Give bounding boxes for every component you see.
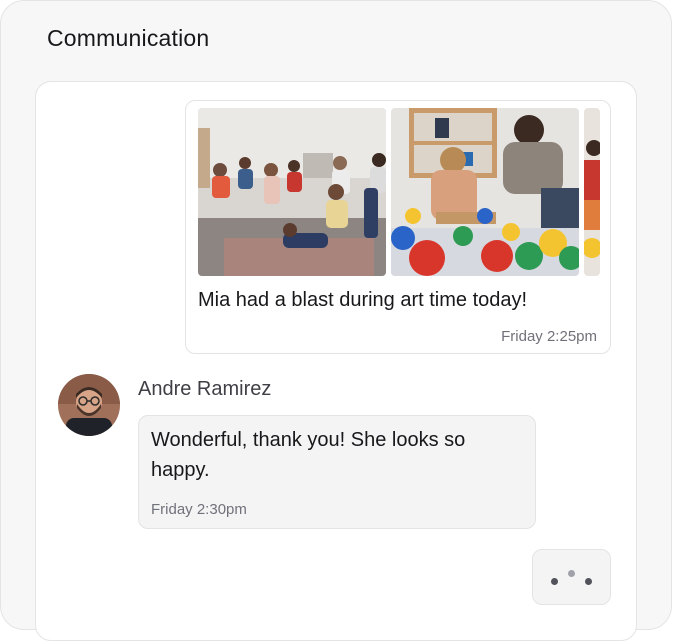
avatar-photo-icon — [58, 374, 120, 436]
typing-dots-icon — [568, 570, 575, 577]
classroom-photo-icon — [391, 108, 579, 276]
outgoing-message-time: Friday 2:25pm — [501, 328, 597, 345]
incoming-message-time: Friday 2:30pm — [151, 501, 247, 518]
panel-title: Communication — [47, 25, 210, 51]
typing-dots-icon — [551, 578, 558, 585]
photo-strip[interactable] — [198, 108, 600, 276]
classroom-photo-icon — [584, 108, 600, 276]
message-photo-3[interactable] — [584, 108, 600, 276]
sender-name: Andre Ramirez — [138, 378, 272, 400]
classroom-photo-icon — [198, 108, 386, 276]
outgoing-message-text: Mia had a blast during art time today! — [198, 289, 528, 311]
typing-dots-icon — [585, 578, 592, 585]
sender-avatar[interactable] — [58, 374, 120, 436]
typing-indicator — [532, 549, 611, 605]
message-photo-2[interactable] — [391, 108, 579, 276]
message-photo-1[interactable] — [198, 108, 386, 276]
outgoing-message: Mia had a blast during art time today! F… — [185, 100, 611, 354]
incoming-message-text: Wonderful, thank you! She looks so happy… — [151, 429, 466, 481]
incoming-message: Wonderful, thank you! She looks so happy… — [138, 415, 536, 529]
